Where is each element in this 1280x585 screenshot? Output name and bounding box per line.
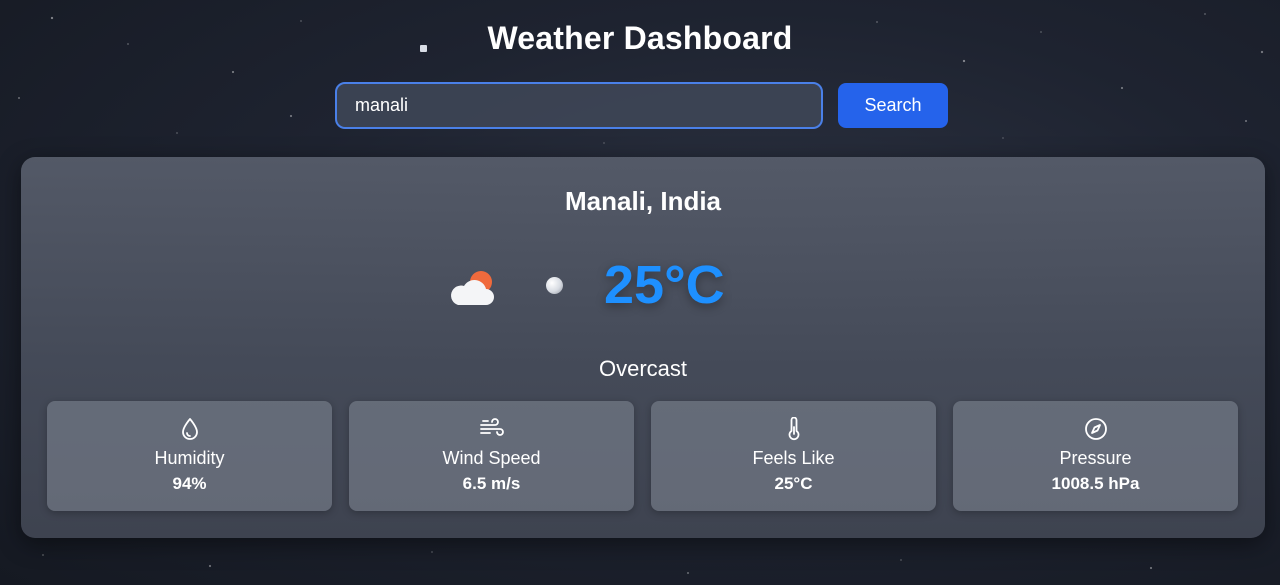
humidity-card: Humidity 94% — [47, 401, 332, 511]
partly-cloudy-icon — [444, 265, 500, 311]
feels-like-card: Feels Like 25°C — [651, 401, 936, 511]
compass-icon — [953, 417, 1238, 441]
search-input[interactable] — [335, 82, 823, 129]
pressure-card: Pressure 1008.5 hPa — [953, 401, 1238, 511]
humidity-value: 94% — [172, 474, 207, 493]
page-title: Weather Dashboard — [487, 20, 793, 56]
city-name: Manali, India — [564, 186, 722, 216]
wind-speed-label: Wind Speed — [442, 448, 541, 468]
humidity-icon — [47, 417, 332, 441]
humidity-label: Humidity — [154, 448, 225, 468]
pressure-label: Pressure — [1059, 448, 1132, 468]
feels-like-value: 25°C — [774, 474, 813, 493]
thermometer-icon — [651, 417, 936, 441]
search-button[interactable]: Search — [838, 83, 948, 128]
temperature-value: 25°C — [604, 255, 725, 315]
wind-speed-value: 6.5 m/s — [462, 474, 521, 493]
wind-speed-card: Wind Speed 6.5 m/s — [349, 401, 634, 511]
wind-icon — [349, 417, 634, 441]
pressure-value: 1008.5 hPa — [1051, 474, 1140, 493]
weather-card: Manali, India 25°C Overcast Humidity 94% — [21, 157, 1265, 538]
weather-condition: Overcast — [598, 356, 688, 381]
loading-indicator — [546, 277, 563, 294]
feels-like-label: Feels Like — [752, 448, 835, 468]
